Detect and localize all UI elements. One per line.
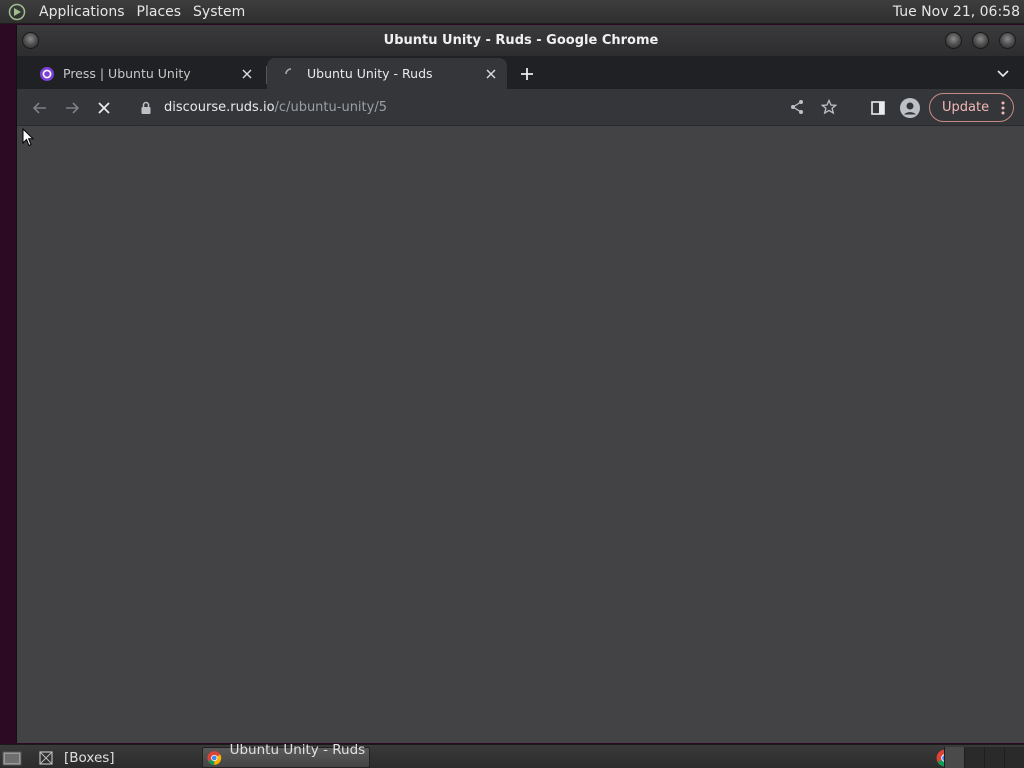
chrome-icon (207, 750, 222, 765)
window-title: Ubuntu Unity - Ruds - Google Chrome (383, 33, 659, 48)
stop-loading-button[interactable] (90, 94, 118, 122)
share-button[interactable] (783, 93, 811, 121)
maximize-button[interactable] (972, 32, 989, 49)
workspace-1[interactable] (944, 747, 964, 768)
workspace-3[interactable] (984, 747, 1004, 768)
tab-press-ubuntu-unity[interactable]: Press | Ubuntu Unity (23, 58, 263, 89)
arrow-right-icon (66, 102, 80, 114)
taskbar-item-boxes[interactable]: [Boxes] (36, 747, 196, 768)
taskbar-item-chrome[interactable]: Ubuntu Unity - Ruds ... (202, 742, 370, 768)
close-icon (98, 102, 110, 114)
browser-toolbar: discourse.ruds.io/c/ubuntu-unity/5 Updat… (17, 89, 1024, 126)
close-window-button[interactable] (999, 32, 1016, 49)
tab-strip: Press | Ubuntu Unity Ubuntu Unity - Ruds (17, 56, 1024, 89)
chevron-down-icon (997, 70, 1009, 78)
workspace-4[interactable] (1004, 747, 1024, 768)
profile-button[interactable] (896, 94, 924, 122)
url-host: discourse.ruds.io (164, 100, 275, 115)
window-titlebar[interactable]: Ubuntu Unity - Ruds - Google Chrome (17, 25, 1024, 56)
window-menu-button[interactable] (22, 32, 39, 49)
workspace-2[interactable] (964, 747, 984, 768)
show-desktop-button[interactable] (2, 747, 24, 768)
loading-spinner-icon (285, 67, 292, 74)
page-content[interactable] (17, 127, 1024, 743)
kebab-menu-icon[interactable] (1001, 100, 1005, 120)
workspace-switcher (944, 747, 1024, 768)
close-tab-icon[interactable] (237, 64, 257, 84)
side-panel-button[interactable] (864, 94, 892, 122)
address-bar[interactable]: discourse.ruds.io/c/ubuntu-unity/5 (129, 93, 925, 122)
tab-label: Ubuntu Unity - Ruds (307, 66, 433, 81)
share-icon (791, 100, 803, 114)
plus-icon (521, 68, 533, 80)
top-panel: Applications Places System Tue Nov 21, 0… (0, 0, 1024, 24)
menu-applications[interactable]: Applications (33, 0, 131, 24)
menu-places[interactable]: Places (131, 0, 188, 24)
url-path: /c/ubuntu-unity/5 (274, 100, 387, 115)
ubuntu-unity-favicon-icon (40, 66, 54, 81)
taskbar-item-label: [Boxes] (64, 749, 115, 766)
bottom-panel: [Boxes] Ubuntu Unity - Ruds ... (0, 742, 1024, 768)
tab-search-button[interactable] (993, 64, 1013, 84)
back-button[interactable] (26, 94, 54, 122)
minimize-button[interactable] (945, 32, 962, 49)
avatar-icon (900, 98, 920, 118)
boxes-icon (39, 750, 53, 765)
lock-icon[interactable] (139, 101, 153, 115)
tab-label: Press | Ubuntu Unity (63, 66, 191, 81)
arrow-left-icon (32, 102, 46, 114)
star-icon (821, 99, 837, 115)
update-label: Update (942, 100, 990, 115)
forward-button[interactable] (58, 94, 86, 122)
bookmark-button[interactable] (815, 93, 843, 121)
taskbar-item-label: Ubuntu Unity - Ruds ... (229, 741, 366, 768)
tab-ubuntu-unity-ruds[interactable]: Ubuntu Unity - Ruds (267, 58, 507, 89)
menu-logo-icon[interactable] (7, 2, 27, 22)
chrome-window: Ubuntu Unity - Ruds - Google Chrome Pres… (16, 25, 1024, 743)
update-button[interactable]: Update (929, 93, 1014, 122)
new-tab-button[interactable] (515, 62, 539, 86)
side-panel-icon (871, 101, 885, 115)
clock[interactable]: Tue Nov 21, 06:58 (893, 0, 1020, 24)
close-tab-icon[interactable] (481, 64, 501, 84)
desktop-icon (2, 751, 22, 765)
mouse-pointer-icon (22, 128, 34, 147)
menu-system[interactable]: System (187, 0, 251, 24)
